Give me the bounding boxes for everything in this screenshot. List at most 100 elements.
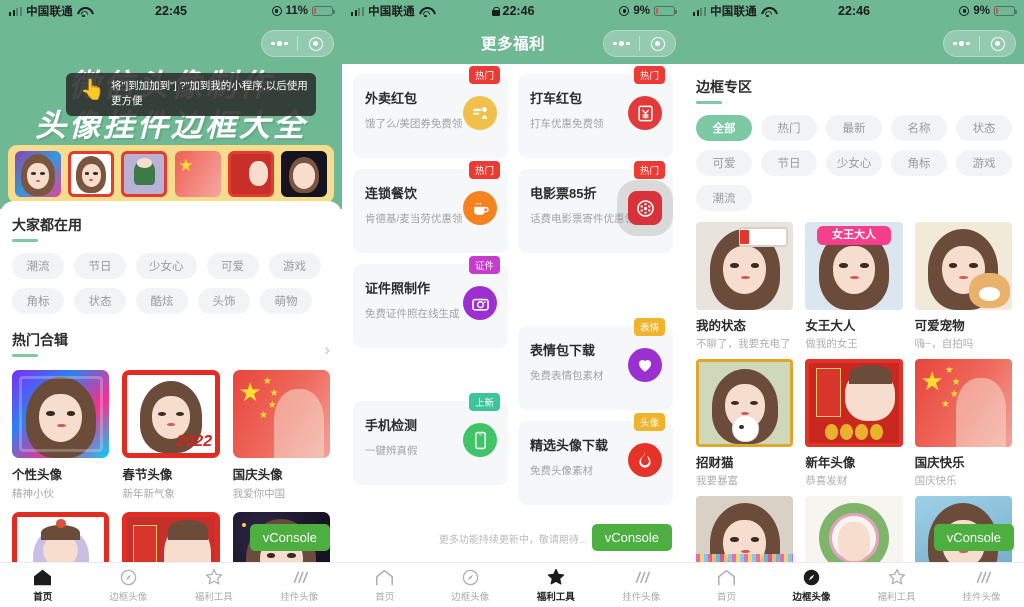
popular-tag[interactable]: 可爱 xyxy=(206,253,259,279)
tab-bar: 首页 边框头像 福利工具 挂件头像 xyxy=(342,562,684,607)
collection-thumbnail[interactable]: 2022 xyxy=(122,370,220,458)
frame-card[interactable]: 我的状态 不聊了，我要充电了 xyxy=(696,222,794,351)
mini-program-capsule[interactable] xyxy=(261,30,334,57)
tab-home[interactable]: 首页 xyxy=(0,568,86,603)
coffee-icon xyxy=(463,191,497,225)
benefit-card[interactable]: 热门 电影票85折 话费电影票寄件优惠领 xyxy=(518,161,673,253)
frame-thumbnail[interactable] xyxy=(805,359,903,447)
avatar-thumb[interactable] xyxy=(15,151,61,197)
flame-icon xyxy=(628,443,662,477)
benefit-card[interactable]: 头像 精选头像下载 免费头像素材 xyxy=(518,413,673,505)
vconsole-button[interactable]: vConsole xyxy=(591,524,672,551)
popular-tag[interactable]: 头饰 xyxy=(198,288,250,314)
frame-card[interactable]: ★ ★ ★ ★ ★ 国庆快乐 国庆快乐 xyxy=(914,359,1012,488)
benefit-card[interactable]: 上新 手机检测 一键辨真假 xyxy=(353,393,508,485)
tab-star[interactable]: 福利工具 xyxy=(513,568,599,603)
avatar-thumb[interactable] xyxy=(121,151,168,197)
coupon-icon xyxy=(628,96,662,130)
popular-tag[interactable]: 酷炫 xyxy=(136,288,188,314)
chevron-right-icon[interactable]: › xyxy=(324,341,330,358)
frame-thumbnail[interactable] xyxy=(696,359,794,447)
filter-chip[interactable]: 状态 xyxy=(956,115,1012,141)
avatar-thumb[interactable] xyxy=(68,151,115,197)
card-badge: 热门 xyxy=(468,161,500,179)
collection-card[interactable]: 2022 春节头像 新年新气象 xyxy=(122,370,220,501)
frame-thumbnail[interactable]: ★ ★ ★ ★ ★ xyxy=(914,359,1012,447)
tab-label: 福利工具 xyxy=(194,591,233,603)
frame-thumbnail[interactable] xyxy=(914,222,1012,310)
avatar-thumb[interactable]: ★ xyxy=(174,151,221,197)
filter-chip[interactable]: 节日 xyxy=(761,150,817,176)
popular-tag[interactable]: 角标 xyxy=(12,288,64,314)
filter-chip[interactable]: 角标 xyxy=(891,150,947,176)
collection-thumbnail[interactable]: ★ ★ ★ ★ ★ xyxy=(232,370,330,458)
benefit-card[interactable]: 热门 连锁餐饮 肯德基/麦当劳优惠领 xyxy=(353,161,508,253)
compass-icon xyxy=(428,568,514,587)
frame-thumbnail[interactable]: 女王大人 xyxy=(805,222,903,310)
filter-chip[interactable]: 少女心 xyxy=(826,150,882,176)
mini-program-capsule[interactable] xyxy=(943,30,1016,57)
popular-tag[interactable]: 少女心 xyxy=(136,253,197,279)
tab-slashes[interactable]: 挂件头像 xyxy=(599,568,685,603)
filter-chip[interactable]: 游戏 xyxy=(956,150,1012,176)
heart-icon xyxy=(628,348,662,382)
avatar-thumb[interactable] xyxy=(227,151,274,197)
filter-chip[interactable]: 名称 xyxy=(891,115,947,141)
popular-tag[interactable]: 萌物 xyxy=(260,288,312,314)
popular-tag[interactable]: 节日 xyxy=(74,253,126,279)
tab-home[interactable]: 首页 xyxy=(342,568,428,603)
tab-slashes[interactable]: 挂件头像 xyxy=(939,568,1024,603)
more-menu-icon[interactable] xyxy=(262,41,297,46)
frame-card[interactable]: 新年头像 恭喜发财 xyxy=(805,359,903,488)
filter-chip[interactable]: 可爱 xyxy=(696,150,752,176)
tab-slashes[interactable]: 挂件头像 xyxy=(257,568,343,603)
benefit-card[interactable]: 证件 证件照制作 免费证件照在线生成 xyxy=(353,256,508,348)
frame-card[interactable]: 可爱宠物 嗨~，自拍吗 xyxy=(914,222,1012,351)
card-badge: 热门 xyxy=(633,66,665,84)
slashes-icon xyxy=(939,568,1024,587)
popular-tag[interactable]: 状态 xyxy=(74,288,126,314)
close-target-icon[interactable] xyxy=(980,36,1015,51)
vconsole-button[interactable]: vConsole xyxy=(249,524,330,551)
tab-compass[interactable]: 边框头像 xyxy=(86,568,172,603)
frame-title: 新年头像 xyxy=(805,456,856,470)
screenshot-root: 中国联通 22:45 11% 微信头像制作 头像挂件边框大 xyxy=(0,0,1024,607)
popular-tag[interactable]: 潮流 xyxy=(12,253,64,279)
phone-icon xyxy=(463,423,497,457)
screen-frames: 中国联通 22:46 9% 边框专区 全部热门最新名称状态可爱节日 xyxy=(684,0,1024,607)
tab-home[interactable]: 首页 xyxy=(684,568,769,603)
section-underline xyxy=(12,239,38,242)
more-menu-icon[interactable] xyxy=(604,41,639,46)
tab-compass[interactable]: 边框头像 xyxy=(769,568,854,603)
status-time: 22:46 xyxy=(838,4,870,18)
tab-label: 边框头像 xyxy=(451,591,490,603)
tab-compass[interactable]: 边框头像 xyxy=(428,568,514,603)
popular-title: 大家都在用 xyxy=(12,217,82,233)
avatar-thumb[interactable] xyxy=(280,151,327,197)
tab-star[interactable]: 福利工具 xyxy=(171,568,257,603)
close-target-icon[interactable] xyxy=(640,36,675,51)
collection-card[interactable]: 个性头像 精神小伙 xyxy=(12,370,110,501)
home-icon xyxy=(342,568,428,587)
collection-card[interactable]: ★ ★ ★ ★ ★ 国庆头像 我爱你中国 xyxy=(232,370,330,501)
collection-subtitle: 我爱你中国 xyxy=(232,488,286,500)
benefit-card[interactable]: 热门 打车红包 打车优惠免费领 xyxy=(518,66,673,158)
frame-card[interactable]: 招财猫 我要暴富 xyxy=(696,359,794,488)
close-target-icon[interactable] xyxy=(298,36,333,51)
collection-thumbnail[interactable] xyxy=(12,370,110,458)
tab-star[interactable]: 福利工具 xyxy=(854,568,939,603)
vconsole-button[interactable]: vConsole xyxy=(933,524,1014,551)
frame-thumbnail[interactable] xyxy=(696,222,794,310)
more-menu-icon[interactable] xyxy=(944,41,979,46)
frame-card[interactable]: 女王大人 女王大人 做我的女王 xyxy=(805,222,903,351)
mini-program-capsule[interactable] xyxy=(603,30,676,57)
filter-chip[interactable]: 热门 xyxy=(761,115,817,141)
benefit-card[interactable]: 热门 外卖红包 饿了么/美团券免费领 xyxy=(353,66,508,158)
frame-title: 招财猫 xyxy=(696,456,734,470)
filter-chip[interactable]: 最新 xyxy=(826,115,882,141)
filter-chip[interactable]: 全部 xyxy=(696,115,752,141)
popular-tag[interactable]: 游戏 xyxy=(268,253,321,279)
benefit-card[interactable]: 表情 表情包下载 免费表情包素材 xyxy=(518,318,673,410)
filter-chip[interactable]: 潮流 xyxy=(696,185,752,211)
avatar-thumb-strip[interactable]: ★ xyxy=(8,145,334,203)
